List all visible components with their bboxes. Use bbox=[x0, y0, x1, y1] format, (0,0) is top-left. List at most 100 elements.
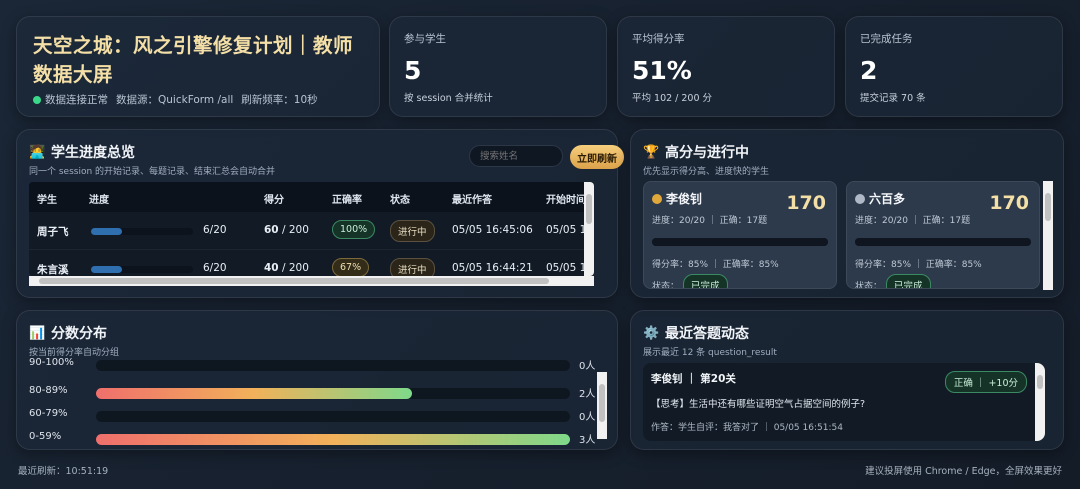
distribution-bar bbox=[96, 434, 570, 445]
distribution-label: 0-59% bbox=[29, 431, 62, 442]
distribution-count: 0人 bbox=[579, 361, 596, 372]
column-header[interactable]: 最近作答 bbox=[452, 191, 492, 206]
distribution-label: 60-79% bbox=[29, 408, 68, 419]
progress-table: 学生 进度 得分 正确率 状态 最近作答 开始时间 周子飞 6/20 60 / … bbox=[29, 182, 594, 276]
status-badge: 进行中 bbox=[390, 258, 435, 276]
gear-icon: ⚙️ bbox=[643, 325, 660, 341]
score-value: 40 bbox=[264, 262, 279, 274]
feed-vertical-scrollbar[interactable] bbox=[1035, 363, 1045, 441]
panel-subtitle: 按当前得分率自动分组 bbox=[29, 348, 120, 358]
bar-chart-icon: 📊 bbox=[29, 325, 46, 341]
stat-label: 已完成任务 bbox=[860, 33, 913, 45]
status-label: 状态： bbox=[855, 281, 883, 289]
panel-title: 分数分布 bbox=[51, 326, 107, 342]
scrollbar-thumb[interactable] bbox=[1045, 193, 1051, 221]
distribution-track bbox=[96, 434, 570, 445]
stat-card-completed: 已完成任务 2 提交记录 70 条 bbox=[845, 16, 1063, 117]
score-total: / 200 bbox=[278, 224, 309, 236]
distribution-bar bbox=[96, 388, 412, 399]
stat-sub: 提交记录 70 条 bbox=[860, 93, 926, 104]
progress-bar-fill bbox=[91, 228, 122, 235]
column-header[interactable]: 正确率 bbox=[332, 191, 362, 206]
distribution-track bbox=[96, 411, 570, 422]
accuracy-badge: 100% bbox=[332, 220, 376, 239]
stat-sub: 平均 102 / 200 分 bbox=[632, 93, 713, 104]
student-card[interactable]: 李俊钊 170 进度：20/20 ｜ 正确：17题 得分率：85% ｜ 正确率：… bbox=[643, 181, 837, 289]
scrollbar-thumb[interactable] bbox=[586, 194, 592, 224]
distribution-count: 3人 bbox=[579, 435, 596, 446]
result-badge: 正确 ｜ +10分 bbox=[944, 371, 1027, 393]
distribution-panel: 📊 分数分布 按当前得分率自动分组 90-100% 0人 80-89% 2人 60-79… bbox=[16, 310, 618, 450]
last-answer-time: 05/05 16:44:21 bbox=[452, 262, 533, 274]
progress-fill bbox=[652, 238, 828, 246]
table-vertical-scrollbar[interactable] bbox=[584, 182, 594, 276]
status-dot-icon bbox=[33, 95, 41, 104]
progress-track bbox=[652, 238, 828, 246]
stat-label: 平均得分率 bbox=[632, 33, 685, 45]
high-score-panel: 🏆 高分与进行中 优先显示得分高、进度快的学生 李俊钊 170 进度：20/20… bbox=[630, 129, 1064, 298]
student-card[interactable]: 六百多 170 进度：20/20 ｜ 正确：17题 得分率：85% ｜ 正确率：… bbox=[846, 181, 1040, 289]
page-title: 天空之城：风之引擎修复计划｜教师数据大屏 bbox=[33, 34, 354, 86]
scrollbar-thumb[interactable] bbox=[39, 278, 549, 284]
distribution-vertical-scrollbar[interactable] bbox=[597, 372, 607, 439]
activity-answer: 作答：学生自评：我答对了 ｜ 05/05 16:51:54 bbox=[651, 423, 843, 433]
search-input[interactable] bbox=[469, 145, 563, 167]
progress-bar bbox=[91, 228, 193, 235]
progress-track bbox=[855, 238, 1031, 246]
activity-item[interactable]: 李俊钊 ｜ 第20关 正确 ｜ +10分 【思考】生活中还有哪些证明空气占据空间… bbox=[651, 371, 1027, 433]
progress-value: 6/20 bbox=[203, 224, 227, 236]
stat-value: 51% bbox=[632, 56, 692, 85]
gold-medal-icon bbox=[652, 193, 662, 204]
trophy-icon: 🏆 bbox=[643, 144, 660, 160]
activity-feed: 李俊钊 ｜ 第20关 正确 ｜ +10分 【思考】生活中还有哪些证明空气占据空间… bbox=[643, 363, 1045, 441]
rate-line: 得分率：85% ｜ 正确率：85% bbox=[652, 260, 779, 270]
score-total: / 200 bbox=[278, 262, 309, 274]
table-row[interactable]: 周子飞 6/20 60 / 200 100% 进行中 05/05 16:45:0… bbox=[29, 212, 594, 250]
panel-title: 高分与进行中 bbox=[665, 145, 749, 161]
distribution-track bbox=[96, 360, 570, 371]
distribution-row: 60-79% 0人 bbox=[29, 408, 599, 423]
column-header[interactable]: 开始时间 bbox=[546, 191, 586, 206]
progress-line: 进度：20/20 ｜ 正确：17题 bbox=[855, 216, 971, 226]
stat-card-average: 平均得分率 51% 平均 102 / 200 分 bbox=[617, 16, 835, 117]
column-header[interactable]: 得分 bbox=[264, 191, 284, 206]
stat-value: 2 bbox=[860, 56, 878, 85]
distribution-count: 0人 bbox=[579, 412, 596, 423]
table-horizontal-scrollbar[interactable] bbox=[29, 276, 594, 286]
activity-question: 【思考】生活中还有哪些证明空气占据空间的例子? bbox=[651, 399, 866, 410]
student-name: 周子飞 bbox=[37, 226, 69, 238]
distribution-count: 2人 bbox=[579, 389, 596, 400]
progress-bar-fill bbox=[91, 266, 122, 273]
panel-subtitle: 优先显示得分高、进度快的学生 bbox=[643, 167, 770, 177]
panel-title: 最近答题动态 bbox=[665, 326, 749, 342]
table-row[interactable]: 朱言溪 6/20 40 / 200 67% 进行中 05/05 16:44:21… bbox=[29, 250, 594, 276]
progress-bar bbox=[91, 266, 193, 273]
progress-line: 进度：20/20 ｜ 正确：17题 bbox=[652, 216, 768, 226]
stat-value: 5 bbox=[404, 56, 422, 85]
column-header[interactable]: 进度 bbox=[89, 191, 109, 206]
recent-activity-panel: ⚙️ 最近答题动态 展示最近 12 条 question_result 李俊钊 … bbox=[630, 310, 1064, 450]
status-badge: 已完成 bbox=[886, 274, 931, 288]
data-source: 数据源：QuickForm /all bbox=[116, 94, 234, 106]
distribution-label: 80-89% bbox=[29, 385, 68, 396]
accuracy-badge: 67% bbox=[332, 258, 370, 276]
column-header[interactable]: 学生 bbox=[37, 191, 57, 206]
silver-medal-icon bbox=[855, 193, 865, 204]
header-meta: 数据连接正常 数据源：QuickForm /all 刷新频率：10秒 bbox=[33, 92, 363, 107]
panel-subtitle: 展示最近 12 条 question_result bbox=[643, 348, 777, 358]
column-header[interactable]: 状态 bbox=[390, 191, 410, 206]
scrollbar-thumb[interactable] bbox=[1037, 375, 1043, 389]
student-name: 李俊钊 bbox=[666, 192, 703, 206]
status-badge: 已完成 bbox=[683, 274, 728, 288]
stat-label: 参与学生 bbox=[404, 33, 446, 45]
scrollbar-thumb[interactable] bbox=[599, 384, 605, 422]
refresh-button[interactable]: 立即刷新 bbox=[570, 145, 624, 169]
rate-line: 得分率：85% ｜ 正确率：85% bbox=[855, 260, 982, 270]
distribution-row: 0-59% 3人 bbox=[29, 431, 599, 446]
cards-vertical-scrollbar[interactable] bbox=[1043, 181, 1053, 290]
stat-sub: 按 session 合并统计 bbox=[404, 93, 493, 104]
score-value: 60 bbox=[264, 224, 279, 236]
progress-value: 6/20 bbox=[203, 262, 227, 274]
student-name: 六百多 bbox=[869, 192, 906, 206]
last-refresh: 最近刷新：10:51:19 bbox=[18, 466, 109, 477]
